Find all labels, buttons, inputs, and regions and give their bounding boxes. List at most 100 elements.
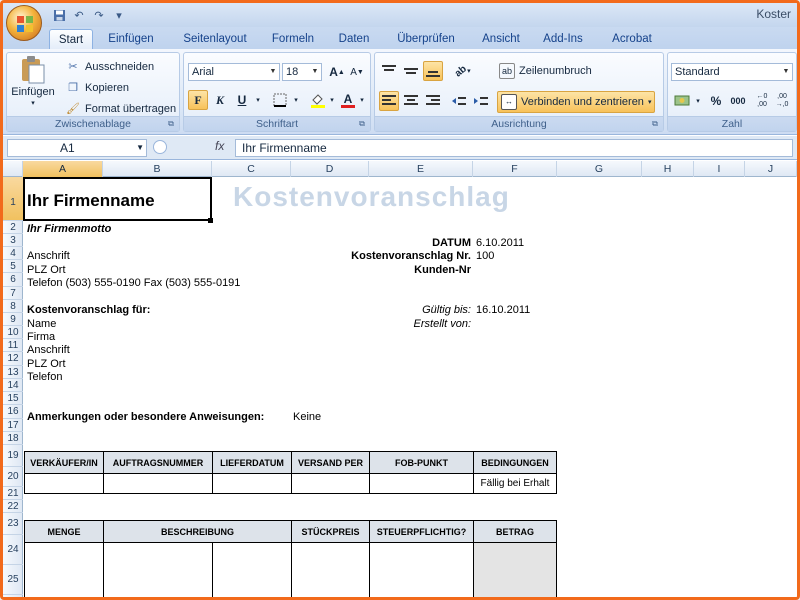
- redo-icon[interactable]: ↷: [91, 8, 107, 23]
- clipboard-launcher-icon[interactable]: ⧉: [166, 119, 176, 129]
- company-address[interactable]: Anschrift: [27, 250, 70, 262]
- table1-cell-delivery-date[interactable]: [212, 473, 292, 494]
- date-value[interactable]: 6.10.2011: [476, 237, 524, 249]
- tab-daten[interactable]: Daten: [331, 29, 377, 49]
- date-label[interactable]: DATUM: [432, 237, 471, 249]
- table1-header-terms[interactable]: BEDINGUNGEN: [473, 451, 557, 474]
- fill-handle[interactable]: [208, 218, 213, 223]
- column-header-c[interactable]: C: [212, 161, 291, 177]
- table2-cell-taxable[interactable]: [369, 542, 474, 597]
- wrap-text-button[interactable]: ab Zeilenumbruch: [499, 63, 592, 79]
- company-city[interactable]: PLZ Ort: [27, 264, 66, 276]
- table2-header-taxable[interactable]: STEUERPFLICHTIG?: [369, 520, 474, 543]
- row-header-21[interactable]: 21: [3, 487, 23, 500]
- row-header-13[interactable]: 13: [3, 366, 23, 379]
- name-box[interactable]: A1 ▼: [7, 139, 147, 157]
- borders-icon[interactable]: [270, 90, 290, 110]
- tab-ueberpruefen[interactable]: Überprüfen: [389, 29, 463, 49]
- column-header-e[interactable]: E: [369, 161, 473, 177]
- column-header-j[interactable]: J: [745, 161, 797, 177]
- percent-button[interactable]: %: [706, 91, 726, 111]
- row-header-15[interactable]: 15: [3, 392, 23, 405]
- notes-value[interactable]: Keine: [293, 411, 321, 423]
- column-header-g[interactable]: G: [557, 161, 642, 177]
- orientation-icon[interactable]: ab ▾: [449, 61, 477, 81]
- tab-acrobat[interactable]: Acrobat: [603, 29, 661, 49]
- company-name[interactable]: Ihr Firmenname: [27, 191, 155, 211]
- table1-cell-order-number[interactable]: [103, 473, 213, 494]
- decrease-decimal-icon[interactable]: ,00 →,0: [772, 91, 792, 111]
- quote-number-label[interactable]: Kostenvoranschlag Nr.: [351, 250, 471, 262]
- document-title[interactable]: Kostenvoranschlag: [233, 181, 510, 213]
- client-city[interactable]: PLZ Ort: [27, 358, 66, 370]
- row-header-7[interactable]: 7: [3, 287, 23, 300]
- font-launcher-icon[interactable]: ⧉: [357, 119, 367, 129]
- currency-dropdown-icon[interactable]: ▾: [692, 91, 704, 111]
- row-header-22[interactable]: 22: [3, 500, 23, 513]
- increase-decimal-icon[interactable]: ←0,00: [752, 91, 772, 111]
- row-header-3[interactable]: 3: [3, 234, 23, 247]
- undo-icon[interactable]: ↶: [71, 8, 87, 23]
- underline-button[interactable]: U: [232, 90, 252, 110]
- table1-cell-fob[interactable]: [369, 473, 474, 494]
- row-header-16[interactable]: 16: [3, 405, 23, 419]
- insert-function-button[interactable]: fx: [215, 139, 224, 153]
- increase-indent-icon[interactable]: [471, 91, 491, 111]
- align-left-icon[interactable]: [379, 91, 399, 111]
- bold-button[interactable]: F: [188, 90, 208, 110]
- client-address[interactable]: Anschrift: [27, 344, 70, 356]
- cut-button[interactable]: ✂ Ausschneiden: [65, 59, 154, 75]
- fill-color-dropdown-icon[interactable]: ▾: [326, 90, 338, 110]
- row-header-25[interactable]: 25: [3, 565, 23, 595]
- row-header-18[interactable]: 18: [3, 432, 23, 445]
- notes-label[interactable]: Anmerkungen oder besondere Anweisungen:: [27, 411, 264, 423]
- row-header-2[interactable]: 2: [3, 221, 23, 234]
- align-right-icon[interactable]: [423, 91, 443, 111]
- row-header-19[interactable]: 19: [3, 445, 23, 467]
- save-icon[interactable]: [51, 8, 67, 23]
- align-center-icon[interactable]: [401, 91, 421, 111]
- tab-ansicht[interactable]: Ansicht: [475, 29, 527, 49]
- align-middle-icon[interactable]: [401, 61, 421, 81]
- company-phone-fax[interactable]: Telefon (503) 555-0190 Fax (503) 555-019…: [27, 277, 240, 289]
- created-by-label[interactable]: Erstellt von:: [414, 318, 471, 330]
- table1-cell-terms[interactable]: Fällig bei Erhalt: [473, 473, 557, 494]
- merge-center-button[interactable]: ↔ Verbinden und zentrieren ▾: [497, 91, 656, 113]
- row-header-23[interactable]: 23: [3, 513, 23, 535]
- row-header-9[interactable]: 9: [3, 313, 23, 326]
- font-name-dropdown-icon[interactable]: ▼: [267, 64, 279, 80]
- tab-start[interactable]: Start: [49, 29, 93, 49]
- table1-header-fob[interactable]: FOB-PUNKT: [369, 451, 474, 474]
- select-all-corner[interactable]: [3, 161, 23, 177]
- underline-dropdown-icon[interactable]: ▾: [252, 90, 264, 110]
- column-header-b[interactable]: B: [103, 161, 212, 177]
- font-name-select[interactable]: Arial ▼: [188, 63, 280, 81]
- grow-font-icon[interactable]: A ▲: [327, 62, 347, 82]
- decrease-indent-icon[interactable]: [449, 91, 469, 111]
- italic-button[interactable]: K: [210, 90, 230, 110]
- fill-color-icon[interactable]: [308, 90, 328, 110]
- table2-header-amount[interactable]: BETRAG: [473, 520, 557, 543]
- tab-einfuegen[interactable]: Einfügen: [101, 29, 161, 49]
- client-name[interactable]: Name: [27, 318, 56, 330]
- font-size-dropdown-icon[interactable]: ▼: [309, 64, 321, 80]
- paste-dropdown-icon[interactable]: ▾: [31, 99, 35, 107]
- table1-header-shipping[interactable]: VERSAND PER: [291, 451, 370, 474]
- copy-button[interactable]: ❐ Kopieren: [65, 80, 129, 96]
- table1-cell-salesperson[interactable]: [24, 473, 104, 494]
- merge-dropdown-icon[interactable]: ▾: [648, 98, 652, 106]
- table1-header-order-number[interactable]: AUFTRAGSNUMMER: [103, 451, 213, 474]
- formula-cancel-icon[interactable]: [153, 140, 167, 154]
- column-header-i[interactable]: I: [694, 161, 745, 177]
- column-header-d[interactable]: D: [291, 161, 369, 177]
- column-header-h[interactable]: H: [642, 161, 694, 177]
- tab-seitenlayout[interactable]: Seitenlayout: [175, 29, 255, 49]
- row-header-4[interactable]: 4: [3, 247, 23, 260]
- font-color-icon[interactable]: A: [338, 90, 358, 110]
- table2-header-unit-price[interactable]: STÜCKPREIS: [291, 520, 370, 543]
- row-header-24[interactable]: 24: [3, 535, 23, 565]
- borders-dropdown-icon[interactable]: ▾: [290, 90, 302, 110]
- name-box-dropdown-icon[interactable]: ▼: [136, 140, 144, 156]
- row-header-11[interactable]: 11: [3, 339, 23, 352]
- office-button[interactable]: [6, 5, 42, 41]
